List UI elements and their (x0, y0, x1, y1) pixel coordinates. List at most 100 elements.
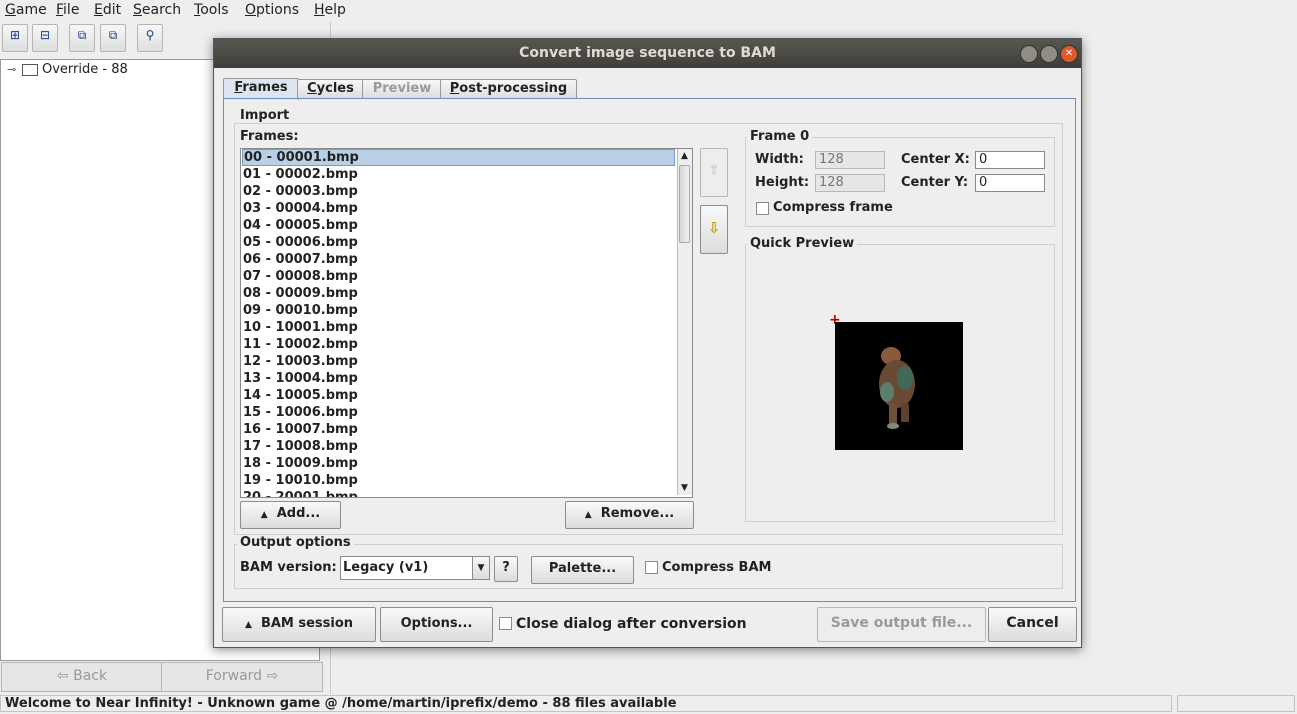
expand-all-button[interactable]: ⊞ (2, 24, 28, 52)
menu-tools[interactable]: Tools (194, 2, 229, 18)
center-x-field[interactable]: 0 (975, 151, 1045, 169)
tab-cycles[interactable]: Cycles (297, 79, 364, 99)
close-icon[interactable]: ✕ (1060, 45, 1078, 63)
minimize-icon[interactable] (1020, 45, 1038, 63)
menu-arrow-icon: ▲ (244, 620, 252, 630)
frames-label: Frames: (240, 129, 299, 144)
magnifier-icon: ⚲ (145, 28, 155, 42)
tree-root-label[interactable]: Override - 88 (42, 62, 128, 77)
plus-box-icon: ⊞ (9, 28, 21, 42)
tab-post-processing[interactable]: Post-processing (440, 79, 577, 99)
tree-handle-icon[interactable]: ⊸ (7, 63, 16, 76)
frame-list-item[interactable]: 08 - 00009.bmp (243, 285, 358, 302)
move-down-button[interactable]: ⇩ (700, 205, 728, 254)
forward-button[interactable]: Forward ⇨ (161, 662, 323, 692)
frame-list-item[interactable]: 15 - 10006.bmp (243, 404, 358, 421)
arrow-down-icon: ⇩ (707, 219, 721, 237)
bam-version-help-button[interactable]: ? (494, 556, 518, 582)
menu-options[interactable]: Options (245, 2, 299, 18)
find-button[interactable]: ⚲ (137, 24, 163, 52)
frames-list-scrollbar[interactable]: ▲ ▼ (677, 149, 692, 495)
frame-list-item[interactable]: 14 - 10005.bmp (243, 387, 358, 404)
frame-list-item[interactable]: 02 - 00003.bmp (243, 183, 358, 200)
menu-arrow-icon: ▲ (260, 510, 268, 520)
compress-frame-checkbox[interactable] (756, 202, 769, 215)
status-memory (1177, 695, 1295, 712)
palette-button[interactable]: Palette... (531, 556, 634, 584)
collapse-all-button[interactable]: ⊟ (32, 24, 58, 52)
cancel-button[interactable]: Cancel (988, 607, 1077, 642)
scroll-thumb[interactable] (679, 165, 690, 243)
quick-preview-label: Quick Preview (747, 236, 858, 251)
maximize-icon[interactable] (1040, 45, 1058, 63)
menu-edit[interactable]: Edit (94, 2, 121, 18)
frames-list[interactable]: 00 - 00001.bmp 01 - 00002.bmp 02 - 00003.b… (240, 148, 693, 498)
height-label: Height: (755, 175, 810, 190)
options-button[interactable]: Options... (380, 607, 493, 642)
frame-list-item[interactable]: 16 - 10007.bmp (243, 421, 358, 438)
tab-frames[interactable]: Frames (223, 78, 299, 100)
frame-list-item[interactable]: 00 - 00001.bmp (242, 149, 675, 166)
minus-box-icon: ⊟ (39, 28, 51, 42)
save-output-button: Save output file... (817, 607, 986, 642)
frame-group-label: Frame 0 (747, 129, 813, 144)
remove-button[interactable]: ▲ Remove... (565, 501, 694, 529)
menu-game[interactable]: Game (5, 2, 47, 18)
frame-list-item[interactable]: 03 - 00004.bmp (243, 200, 358, 217)
compress-bam-checkbox[interactable] (645, 561, 658, 574)
bam-version-value: Legacy (v1) (343, 560, 429, 575)
folders-minus-icon: ⧉ (108, 28, 118, 42)
expand-folder-button[interactable]: ⧉ (69, 24, 95, 52)
bam-version-label: BAM version: (240, 560, 337, 575)
convert-dialog: Convert image sequence to BAM ✕ Frames C… (213, 38, 1082, 648)
output-options-label: Output options (237, 535, 354, 550)
frame-list-item[interactable]: 19 - 10010.bmp (243, 472, 358, 489)
width-label: Width: (755, 152, 804, 167)
menu-search[interactable]: Search (133, 2, 181, 18)
back-button[interactable]: ⇦ Back (1, 662, 163, 692)
frame-list-item[interactable]: 05 - 00006.bmp (243, 234, 358, 251)
width-field: 128 (815, 151, 885, 169)
import-group-label: Import (237, 108, 293, 123)
frame-list-item[interactable]: 17 - 10008.bmp (243, 438, 358, 455)
center-y-label: Center Y: (901, 175, 969, 190)
height-field: 128 (815, 174, 885, 192)
collapse-folder-button[interactable]: ⧉ (100, 24, 126, 52)
frame-list-item[interactable]: 04 - 00005.bmp (243, 217, 358, 234)
bam-version-select[interactable]: Legacy (v1) ▼ (340, 556, 490, 580)
dialog-titlebar[interactable]: Convert image sequence to BAM ✕ (214, 39, 1081, 68)
menu-help[interactable]: Help (314, 2, 346, 18)
chevron-down-icon[interactable]: ▼ (472, 557, 489, 579)
menubar: Game File Edit Search Tools Options Help (0, 0, 1297, 21)
frame-list-item[interactable]: 07 - 00008.bmp (243, 268, 358, 285)
frame-list-item[interactable]: 20 - 20001.bmp (243, 489, 358, 497)
menu-file[interactable]: File (56, 2, 79, 18)
frame-list-item[interactable]: 13 - 10004.bmp (243, 370, 358, 387)
statusbar: Welcome to Near Infinity! - Unknown game… (0, 694, 1297, 714)
folder-icon (22, 64, 38, 76)
close-after-conversion-label: Close dialog after conversion (516, 616, 747, 632)
dialog-title: Convert image sequence to BAM (519, 45, 776, 61)
center-crosshair-icon: + (829, 312, 841, 328)
close-after-conversion-checkbox[interactable] (499, 617, 512, 630)
add-button[interactable]: ▲ Add... (240, 501, 341, 529)
preview-image: + (829, 312, 963, 450)
bam-session-button[interactable]: ▲ BAM session (222, 607, 376, 642)
arrow-up-icon: ⇧ (708, 163, 720, 178)
center-x-label: Center X: (901, 152, 970, 167)
tab-preview: Preview (362, 79, 442, 99)
move-up-button: ⇧ (700, 148, 728, 197)
center-y-field[interactable]: 0 (975, 174, 1045, 192)
frame-list-item[interactable]: 11 - 10002.bmp (243, 336, 358, 353)
frame-list-item[interactable]: 06 - 00007.bmp (243, 251, 358, 268)
frame-list-item[interactable]: 10 - 10001.bmp (243, 319, 358, 336)
frame-list-item[interactable]: 12 - 10003.bmp (243, 353, 358, 370)
scroll-down-arrow-icon[interactable]: ▼ (678, 481, 691, 495)
menu-arrow-icon: ▲ (584, 510, 592, 520)
frame-list-item[interactable]: 09 - 00010.bmp (243, 302, 358, 319)
frame-list-item[interactable]: 01 - 00002.bmp (243, 166, 358, 183)
frame-list-item[interactable]: 18 - 10009.bmp (243, 455, 358, 472)
status-text: Welcome to Near Infinity! - Unknown game… (0, 695, 1172, 712)
scroll-up-arrow-icon[interactable]: ▲ (678, 149, 691, 163)
folders-plus-icon: ⧉ (77, 28, 87, 42)
